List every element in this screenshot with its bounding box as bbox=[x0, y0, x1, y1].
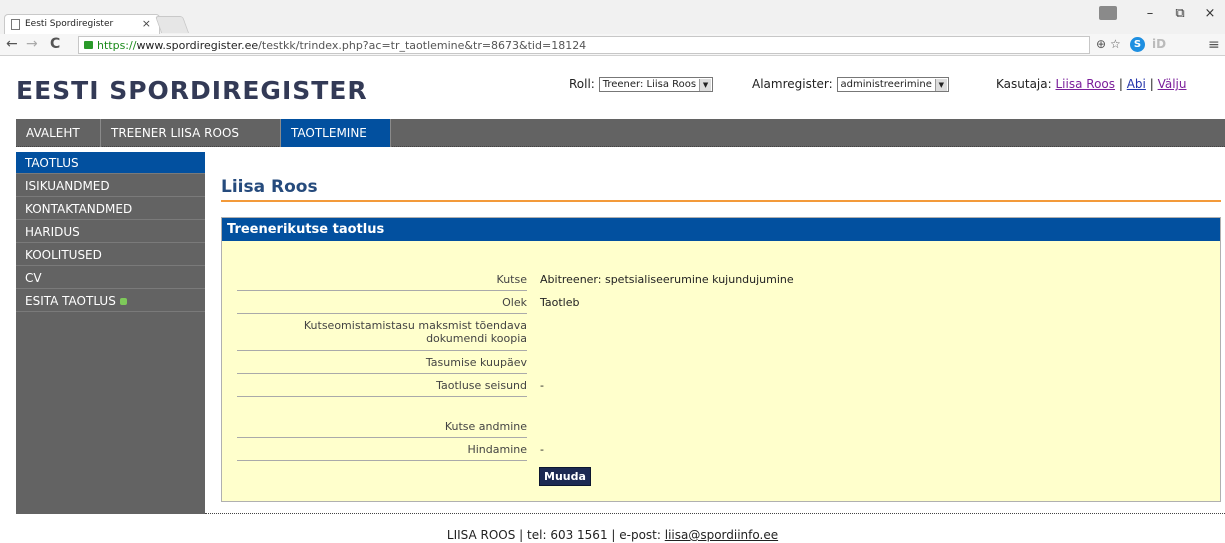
field-label: Kutse andmine bbox=[444, 420, 527, 433]
role-label: Roll: bbox=[569, 77, 595, 91]
user-links: Kasutaja: Liisa Roos | Abi | Välju bbox=[996, 77, 1187, 91]
field-value: - bbox=[540, 379, 544, 392]
status-dot-icon bbox=[119, 298, 127, 305]
tab-treener[interactable]: TREENER LIISA ROOS bbox=[101, 119, 281, 147]
sidebar-item-cv[interactable]: CV bbox=[16, 267, 205, 289]
minimize-icon[interactable]: – bbox=[1135, 0, 1165, 30]
url-domain: www.spordiregister.ee bbox=[136, 39, 259, 52]
sidebar-item-haridus[interactable]: HARIDUS bbox=[16, 221, 205, 243]
zoom-icon[interactable]: ⊕ bbox=[1096, 37, 1106, 51]
bookmark-star-icon[interactable]: ☆ bbox=[1110, 37, 1121, 51]
role-value: Treener: Liisa Roos bbox=[602, 79, 697, 90]
reload-icon[interactable]: C bbox=[50, 36, 60, 52]
site-logo[interactable]: EESTI SPORDIREGISTER bbox=[16, 76, 368, 105]
logout-link[interactable]: Välju bbox=[1158, 77, 1187, 91]
browser-tabbar: Eesti Spordiregister × – ⧉ × bbox=[0, 0, 1225, 34]
sidebar-item-koolitused[interactable]: KOOLITUSED bbox=[16, 244, 205, 266]
field-value: - bbox=[540, 443, 544, 456]
divider bbox=[237, 350, 527, 351]
field-value: Abitreener: spetsialiseerumine kujunduju… bbox=[540, 273, 794, 286]
user-label: Kasutaja: bbox=[996, 77, 1052, 91]
footer: LIISA ROOS | tel: 603 1561 | e-post: lii… bbox=[0, 528, 1225, 542]
tab-avaleht[interactable]: AVALEHT bbox=[16, 119, 101, 147]
lock-icon bbox=[84, 41, 93, 49]
url-scheme: https:// bbox=[97, 39, 137, 52]
field-label: Kutseomistamistasu maksmist tõendava dok… bbox=[303, 319, 527, 345]
back-icon[interactable]: ← bbox=[6, 36, 18, 52]
extension-s-icon[interactable]: S bbox=[1130, 37, 1145, 52]
field-label: Hindamine bbox=[467, 443, 527, 456]
field-value: Taotleb bbox=[540, 296, 580, 309]
page-icon bbox=[11, 19, 20, 30]
window-controls: – ⧉ × bbox=[1099, 0, 1225, 30]
field-label: Tasumise kuupäev bbox=[425, 356, 527, 369]
profile-icon[interactable] bbox=[1099, 6, 1117, 20]
top-nav: AVALEHT TREENER LIISA ROOS TAOTLEMINE bbox=[16, 119, 1225, 147]
new-tab-button[interactable] bbox=[154, 16, 190, 33]
sidebar: TAOTLUS ISIKUANDMED KONTAKTANDMED HARIDU… bbox=[16, 152, 205, 514]
sidebar-item-label: ESITA TAOTLUS bbox=[25, 294, 116, 308]
panel-title: Treenerikutse taotlus bbox=[222, 218, 1220, 241]
divider bbox=[237, 396, 527, 397]
field-label: Kutse bbox=[496, 273, 527, 286]
chevron-down-icon: ▼ bbox=[934, 79, 947, 91]
tab-title: Eesti Spordiregister bbox=[25, 19, 114, 29]
restore-icon[interactable]: ⧉ bbox=[1165, 0, 1195, 30]
separator: | bbox=[1149, 77, 1154, 91]
help-link[interactable]: Abi bbox=[1127, 77, 1146, 91]
divider bbox=[237, 460, 527, 461]
title-divider bbox=[221, 200, 1221, 202]
divider bbox=[237, 290, 527, 291]
subregister-select[interactable]: administreerimine ▼ bbox=[836, 77, 949, 92]
menu-icon[interactable]: ≡ bbox=[1208, 37, 1220, 53]
edit-button[interactable]: Muuda bbox=[539, 467, 591, 486]
subregister-control: Alamregister: administreerimine ▼ bbox=[752, 77, 949, 92]
role-select[interactable]: Treener: Liisa Roos ▼ bbox=[598, 77, 714, 92]
field-label: Olek bbox=[502, 296, 527, 309]
forward-icon[interactable]: → bbox=[26, 36, 38, 52]
divider bbox=[237, 313, 527, 314]
divider bbox=[237, 373, 527, 374]
extension-id-icon[interactable]: iD bbox=[1152, 37, 1166, 51]
chevron-down-icon: ▼ bbox=[699, 79, 712, 91]
sidebar-item-esita-taotlus[interactable]: ESITA TAOTLUS bbox=[16, 290, 205, 312]
window-close-icon[interactable]: × bbox=[1195, 0, 1225, 30]
subregister-value: administreerimine bbox=[840, 79, 932, 90]
role-control: Roll: Treener: Liisa Roos ▼ bbox=[569, 77, 714, 92]
divider bbox=[237, 437, 527, 438]
address-bar-row: ← → C https://www.spordiregister.ee/test… bbox=[0, 34, 1225, 56]
tab-taotlemine[interactable]: TAOTLEMINE bbox=[281, 119, 391, 147]
browser-tab[interactable]: Eesti Spordiregister × bbox=[4, 14, 160, 34]
url-path: /testkk/trindex.php?ac=tr_taotlemine&tr=… bbox=[258, 39, 587, 52]
tab-close-icon[interactable]: × bbox=[142, 17, 151, 30]
application-panel: Treenerikutse taotlus Kutse Abitreener: … bbox=[221, 217, 1221, 502]
subregister-label: Alamregister: bbox=[752, 77, 833, 91]
page-title: Liisa Roos bbox=[221, 177, 318, 197]
sidebar-item-taotlus[interactable]: TAOTLUS bbox=[16, 152, 205, 174]
sidebar-item-isikuandmed[interactable]: ISIKUANDMED bbox=[16, 175, 205, 197]
url-field[interactable]: https://www.spordiregister.ee/testkk/tri… bbox=[78, 36, 1090, 54]
separator: | bbox=[1118, 77, 1123, 91]
content-bottom-divider bbox=[205, 513, 1225, 514]
field-label: Taotluse seisund bbox=[436, 379, 527, 392]
footer-text: LIISA ROOS | tel: 603 1561 | e-post: bbox=[446, 528, 665, 542]
footer-email-link[interactable]: liisa@spordiinfo.ee bbox=[665, 528, 778, 542]
user-name-link[interactable]: Liisa Roos bbox=[1056, 77, 1116, 91]
sidebar-item-kontaktandmed[interactable]: KONTAKTANDMED bbox=[16, 198, 205, 220]
